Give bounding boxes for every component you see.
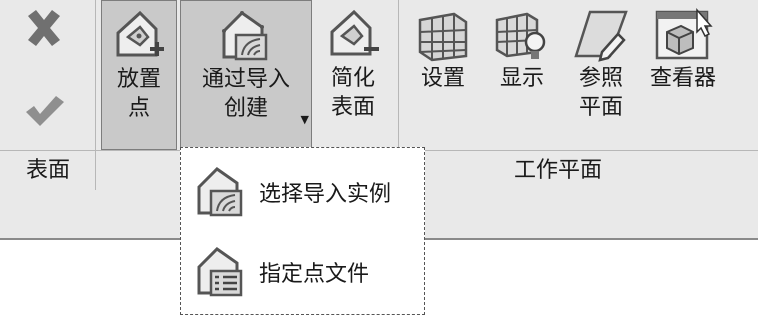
menu-item-label: 选择导入实例 <box>259 182 392 207</box>
create-from-import-label-1: 通过导入 <box>201 67 290 92</box>
place-point-label-1: 放置 <box>116 67 161 92</box>
grid-plane-icon <box>418 12 468 62</box>
check-icon <box>26 96 64 126</box>
simplify-surface-icon <box>330 9 379 56</box>
show-label: 显示 <box>499 66 544 91</box>
show-work-plane-button[interactable]: 显示 <box>487 0 557 150</box>
import-surface-icon <box>222 11 268 61</box>
ref-plane-label-1: 参照 <box>578 66 623 91</box>
dropdown-caret-icon[interactable]: ▼ <box>301 105 309 134</box>
ref-plane-label-2: 平面 <box>578 95 623 120</box>
viewer-label: 查看器 <box>649 66 716 91</box>
menu-item-select-import-instance[interactable]: 选择导入实例 <box>191 162 419 222</box>
simplify-surface-label-2: 表面 <box>330 95 375 120</box>
place-point-button[interactable]: 放置 点 <box>101 0 177 150</box>
menu-item-point-file[interactable]: 指定点文件 <box>191 242 419 302</box>
close-icon <box>28 10 60 46</box>
show-plane-icon <box>495 12 546 59</box>
create-from-import-button[interactable]: 通过导入 创建 ▼ <box>180 0 312 150</box>
reference-plane-button[interactable]: 参照 平面 <box>565 0 637 150</box>
panel-divider <box>398 0 399 150</box>
place-point-label-2: 点 <box>127 96 150 121</box>
set-label: 设置 <box>420 66 465 91</box>
panel-divider <box>95 150 96 190</box>
create-from-import-label-2: 创建 <box>223 96 268 121</box>
reference-plane-icon <box>574 10 628 62</box>
simplify-surface-button[interactable]: 简化 表面 <box>317 0 389 150</box>
set-work-plane-button[interactable]: 设置 <box>406 0 480 150</box>
point-file-icon <box>197 247 243 297</box>
viewer-icon <box>655 8 713 60</box>
cancel-button[interactable] <box>18 0 70 75</box>
viewer-button[interactable]: 查看器 <box>640 0 726 150</box>
menu-item-label: 指定点文件 <box>259 262 370 287</box>
select-import-instance-icon <box>197 167 243 217</box>
place-point-icon <box>116 10 164 57</box>
finish-button[interactable] <box>18 78 70 150</box>
import-dropdown-menu: 选择导入实例 指定点文件 <box>180 147 425 315</box>
panel-title-surface: 表面 <box>26 158 71 183</box>
simplify-surface-label-1: 简化 <box>330 66 375 91</box>
panel-title-work-plane: 工作平面 <box>514 158 603 183</box>
